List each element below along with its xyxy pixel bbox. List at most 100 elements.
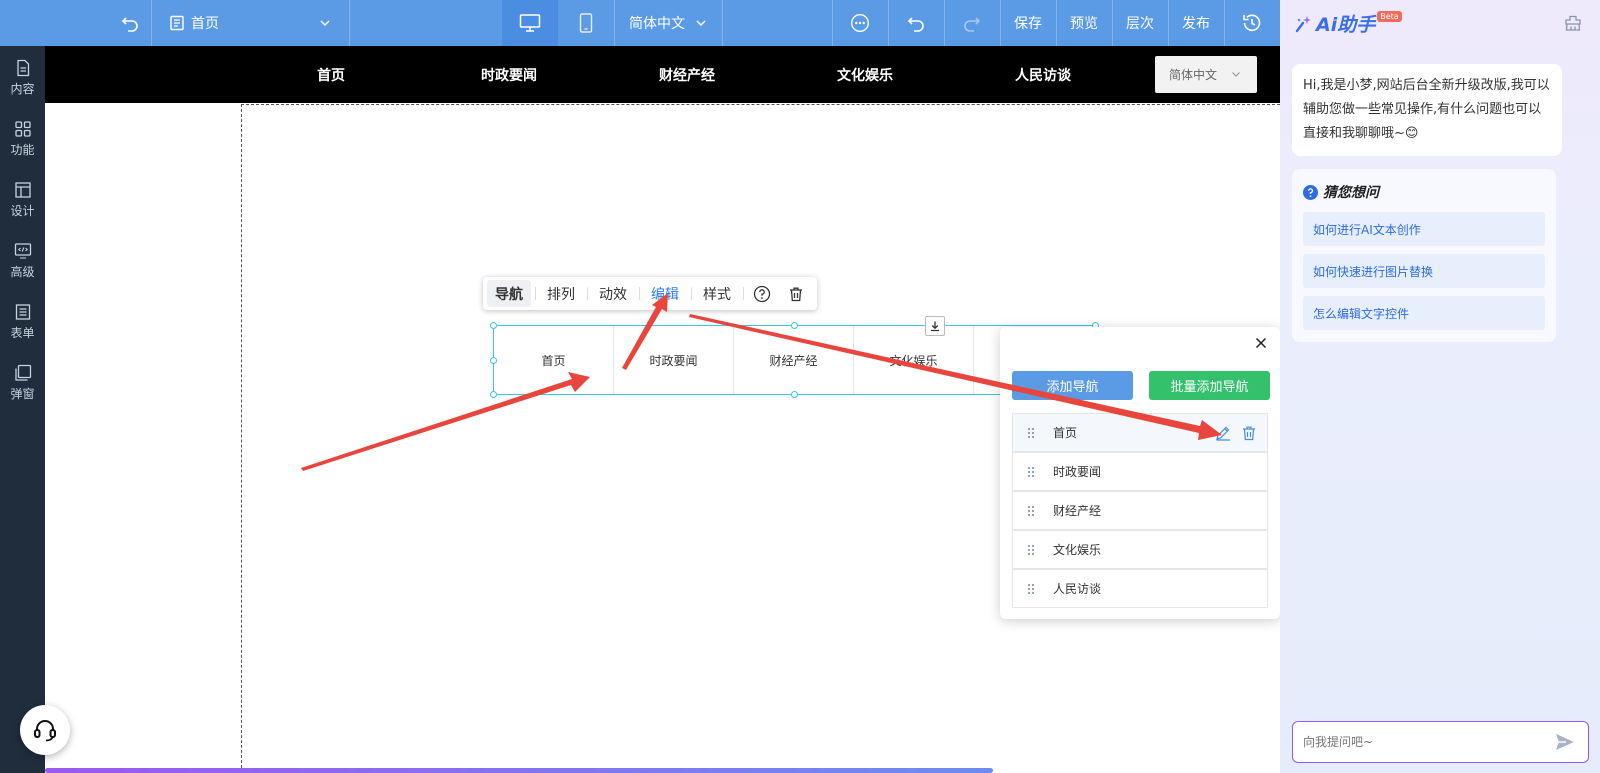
redo-button[interactable] (944, 0, 1000, 46)
toolbar-edit-button[interactable]: 编辑 (641, 277, 689, 310)
mobile-view-button[interactable] (558, 0, 614, 46)
nav-item-label: 财经产经 (1053, 504, 1102, 518)
nav-list-item[interactable]: 文化娱乐 (1012, 530, 1268, 569)
drag-handle-icon[interactable] (1027, 505, 1035, 517)
suggestion-item[interactable]: 如何进行AI文本创作 (1303, 212, 1545, 246)
nav-widget-item[interactable]: 文化娱乐 (854, 326, 974, 394)
drag-handle-icon[interactable] (1027, 583, 1035, 595)
sidebar-item-content[interactable]: 内容 (0, 49, 45, 107)
site-nav-link[interactable]: 人民访谈 (1015, 46, 1071, 103)
send-button[interactable] (1555, 733, 1575, 751)
undo-button[interactable] (888, 0, 944, 46)
sidebar-item-label: 弹窗 (10, 387, 35, 401)
save-button[interactable]: 保存 (1000, 0, 1056, 46)
support-button[interactable] (20, 705, 70, 755)
nav-list-item[interactable]: 首页 (1012, 413, 1268, 452)
mobile-icon (579, 13, 593, 33)
nav-widget-item[interactable]: 时政要闻 (614, 326, 734, 394)
nav-item-label: 时政要闻 (1053, 465, 1102, 479)
site-language-select[interactable]: 简体中文 (1155, 56, 1257, 93)
site-navigation-bar: 首页 时政要闻 财经产经 文化娱乐 人民访谈 (45, 46, 1280, 103)
history-button[interactable] (1224, 0, 1280, 46)
page-select-label: 首页 (191, 16, 219, 32)
code-monitor-icon (14, 243, 31, 259)
language-select[interactable]: 简体中文 (614, 0, 722, 46)
ai-logo: Ai助手 Beta (1294, 10, 1402, 37)
grid-icon (14, 121, 31, 137)
edit-nav-item-button[interactable] (1215, 425, 1231, 441)
nav-item-label: 文化娱乐 (1053, 543, 1102, 557)
layout-icon (14, 182, 31, 198)
sidebar-item-popup[interactable]: 弹窗 (0, 354, 45, 412)
popup-icon (14, 364, 31, 381)
site-nav-link[interactable]: 财经产经 (659, 46, 715, 103)
suggestion-item[interactable]: 怎么编辑文字控件 (1303, 296, 1545, 330)
file-icon (16, 59, 29, 77)
undo-page-button[interactable] (110, 0, 150, 46)
desktop-view-button[interactable] (502, 0, 558, 46)
site-nav-link[interactable]: 时政要闻 (481, 46, 537, 103)
site-nav-link[interactable]: 文化娱乐 (837, 46, 893, 103)
drag-handle-icon[interactable] (1027, 466, 1035, 478)
drag-handle-icon[interactable] (1027, 544, 1035, 556)
sidebar-item-form[interactable]: 表单 (0, 293, 45, 351)
site-nav-link[interactable]: 首页 (317, 46, 345, 103)
layers-button[interactable]: 层次 (1112, 0, 1168, 46)
nav-list-item[interactable]: 时政要闻 (1012, 452, 1268, 491)
nav-list-item[interactable]: 财经产经 (1012, 491, 1268, 530)
page-select[interactable]: 首页 (151, 0, 349, 46)
undo-icon (907, 17, 924, 32)
suggestion-item[interactable]: 如何快速进行图片替换 (1303, 254, 1545, 288)
sidebar-item-label: 设计 (10, 204, 35, 218)
sidebar-item-label: 表单 (10, 326, 35, 340)
sparkle-icon (1295, 15, 1311, 32)
help-button[interactable] (746, 277, 778, 310)
sidebar-item-advanced[interactable]: 高级 (0, 232, 45, 290)
ai-clear-button[interactable] (1564, 14, 1582, 32)
chevron-down-icon (320, 20, 330, 26)
toolbar-animation-button[interactable]: 动效 (589, 277, 637, 310)
download-widget-button[interactable] (925, 316, 945, 336)
resize-handle[interactable] (791, 322, 798, 329)
resize-handle[interactable] (490, 391, 497, 398)
sidebar-item-design[interactable]: 设计 (0, 171, 45, 229)
close-panel-button[interactable] (1252, 334, 1270, 352)
add-nav-button[interactable]: 添加导航 (1012, 371, 1133, 400)
more-icon (850, 13, 870, 33)
more-button[interactable] (832, 0, 888, 46)
beta-badge: Beta (1377, 11, 1402, 22)
suggestion-card: 猜您想问 如何进行AI文本创作 如何快速进行图片替换 怎么编辑文字控件 (1292, 169, 1556, 342)
widget-toolbar: 导航 排列 动效 编辑 样式 (483, 277, 817, 310)
trash-icon (1243, 426, 1255, 441)
ai-question-input[interactable] (1303, 731, 1543, 753)
loading-progress-bar (45, 768, 993, 773)
nav-edit-panel: 添加导航 批量添加导航 首页 时政要闻 财经产经 文化娱乐 人民访谈 (1000, 327, 1280, 619)
delete-widget-button[interactable] (779, 277, 813, 310)
resize-handle[interactable] (490, 357, 497, 364)
resize-handle[interactable] (791, 391, 798, 398)
publish-button[interactable]: 发布 (1168, 0, 1224, 46)
headset-icon (34, 720, 56, 742)
nav-widget-item[interactable]: 财经产经 (734, 326, 854, 394)
delete-nav-item-button[interactable] (1241, 425, 1257, 441)
download-icon (931, 321, 939, 332)
batch-add-nav-button[interactable]: 批量添加导航 (1149, 371, 1270, 400)
drag-handle-icon[interactable] (1027, 427, 1035, 439)
page-icon (170, 15, 184, 31)
nav-item-label: 人民访谈 (1053, 582, 1102, 596)
sidebar-item-function[interactable]: 功能 (0, 110, 45, 168)
nav-widget-item[interactable]: 首页 (494, 326, 614, 394)
nav-list-item[interactable]: 人民访谈 (1012, 569, 1268, 608)
toolbar-arrange-button[interactable]: 排列 (537, 277, 585, 310)
toolbar-nav-button[interactable]: 导航 (487, 280, 531, 307)
toolbar-style-button[interactable]: 样式 (693, 277, 741, 310)
suggestion-header: 猜您想问 (1303, 182, 1379, 202)
desktop-icon (519, 14, 541, 32)
sidebar-item-label: 功能 (10, 143, 35, 157)
top-toolbar: 首页 简体中文 保存 预览 层次 发布 (0, 0, 1280, 46)
resize-handle[interactable] (490, 322, 497, 329)
sidebar-item-label: 高级 (10, 265, 35, 279)
suggestion-title: 猜您想问 (1323, 185, 1379, 201)
chevron-down-icon (1232, 72, 1240, 77)
preview-button[interactable]: 预览 (1056, 0, 1112, 46)
